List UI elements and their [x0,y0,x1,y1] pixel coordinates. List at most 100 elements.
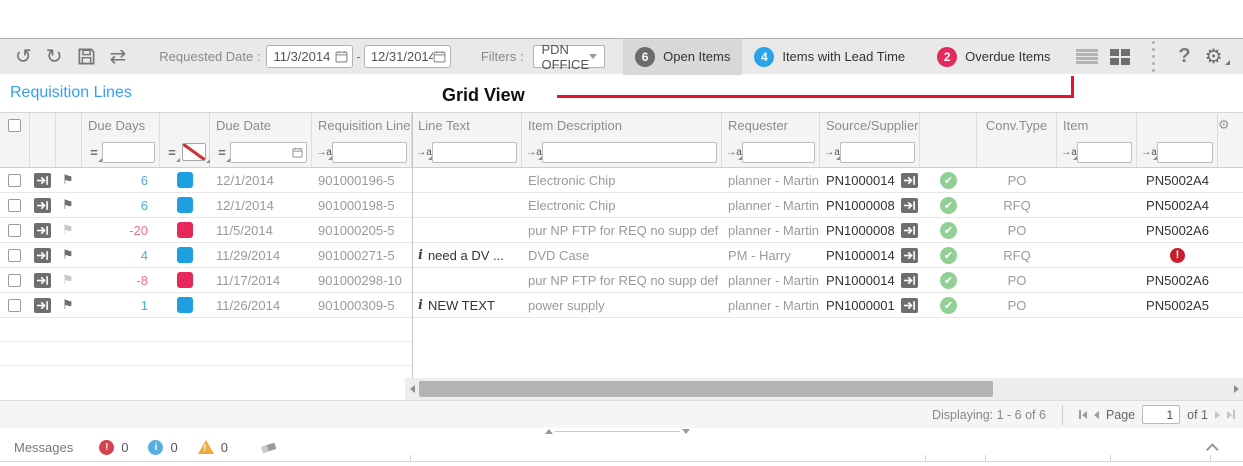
grid-view-button[interactable] [1070,48,1104,65]
open-line-detail-icon[interactable] [34,223,51,238]
flag-icon[interactable]: ⚑ [62,247,74,263]
horizontal-scrollbar[interactable] [405,378,1243,400]
item-number-filter-input[interactable] [1161,145,1209,159]
column-item-number[interactable]: →a [1137,113,1218,167]
filter-lead-time-items[interactable]: 4 Items with Lead Time [742,39,917,75]
item-alert-icon[interactable]: ! [1170,248,1185,263]
requester-header[interactable]: Requester [722,113,819,138]
open-supplier-icon[interactable] [901,173,918,188]
requisition-line-header[interactable]: Requisition Line [312,113,411,138]
card-view-button[interactable] [1104,49,1136,65]
clear-messages-eraser-icon[interactable] [260,440,278,454]
settings-button[interactable]: ⚙ [1198,42,1237,72]
column-requisition-line[interactable]: Requisition Line →a [312,113,412,167]
open-line-detail-icon[interactable] [34,198,51,213]
column-item-description[interactable]: Item Description →a [522,113,722,167]
grid-row[interactable]: ⚑612/1/2014901000196-5Electronic Chippla… [0,168,1243,193]
open-supplier-icon[interactable] [901,223,918,238]
undo-button[interactable]: ↺ [8,42,39,72]
grid-row[interactable]: ⚑411/29/2014901000271-5ineed a DV ...DVD… [0,243,1243,268]
due-days-filter-input[interactable] [106,145,151,159]
scrollbar-thumb[interactable] [419,381,993,397]
row-checkbox[interactable] [8,224,21,237]
item-number-filter-field[interactable] [1157,142,1213,163]
row-checkbox[interactable] [8,249,21,262]
collapse-messages-chevron-icon[interactable] [1206,443,1219,456]
page-next-button[interactable] [1215,411,1220,419]
column-due-date[interactable]: Due Date = [210,113,312,167]
due-days-header[interactable]: Due Days [82,113,159,138]
filter-overdue-items[interactable]: 2 Overdue Items [925,39,1062,75]
splitter-expand-icon[interactable] [545,429,553,434]
page-previous-button[interactable] [1094,411,1099,419]
row-checkbox[interactable] [8,299,21,312]
source-supplier-filter-input[interactable] [844,145,911,159]
open-supplier-icon[interactable] [901,273,918,288]
page-number-input[interactable] [1142,405,1180,424]
grid-row[interactable]: ⚑111/26/2014901000309-5iNEW TEXTpower su… [0,293,1243,318]
calendar-icon[interactable] [335,50,348,63]
splitter-collapse-icon[interactable] [682,429,690,434]
grid-row[interactable]: ⚑-2011/5/2014901000205-5pur NP FTP for R… [0,218,1243,243]
column-requester[interactable]: Requester →a [722,113,820,167]
due-date-filter-field[interactable] [230,142,307,163]
item-filter-input[interactable] [1081,145,1128,159]
item-filter-field[interactable] [1077,142,1132,163]
scroll-left-arrow[interactable] [405,385,419,393]
due-days-value[interactable]: 4 [141,248,160,263]
grid-row[interactable]: ⚑-811/17/2014901000298-10pur NP FTP for … [0,268,1243,293]
row-checkbox[interactable] [8,199,21,212]
redo-button[interactable]: ↻ [39,42,70,72]
open-supplier-icon[interactable] [901,248,918,263]
source-supplier-header[interactable]: Source/Supplier [820,113,919,138]
color-filter-button[interactable] [182,143,206,161]
column-source-supplier[interactable]: Source/Supplier →a [820,113,920,167]
due-days-filter-field[interactable] [102,142,155,163]
item-description-filter-input[interactable] [546,145,713,159]
item-header[interactable]: Item [1057,113,1136,138]
flag-icon[interactable]: ⚑ [62,197,74,213]
page-last-button[interactable] [1227,410,1235,419]
equals-operator-icon[interactable]: = [86,145,102,160]
column-item[interactable]: Item →a [1057,113,1137,167]
date-to-field[interactable] [364,45,451,68]
source-supplier-filter-field[interactable] [840,142,915,163]
starts-with-operator-icon[interactable]: →a [1061,147,1077,158]
item-description-header[interactable]: Item Description [522,113,721,138]
due-days-value[interactable]: -20 [129,223,160,238]
open-line-detail-icon[interactable] [34,298,51,313]
item-description-filter-field[interactable] [542,142,717,163]
starts-with-operator-icon[interactable]: →a [526,147,542,158]
due-days-value[interactable]: 6 [141,173,160,188]
calendar-icon[interactable] [433,50,446,63]
frozen-column-split-line[interactable] [412,112,413,378]
row-checkbox[interactable] [8,274,21,287]
calendar-icon[interactable] [292,146,303,159]
line-text-filter-field[interactable] [432,142,517,163]
requester-filter-field[interactable] [742,142,815,163]
starts-with-operator-icon[interactable]: →a [726,147,742,158]
transfer-button[interactable]: ⇄ [103,42,134,72]
equals-operator-icon[interactable]: = [214,145,230,160]
conv-type-header[interactable]: Conv.Type [977,113,1056,138]
panel-splitter[interactable] [545,429,690,433]
flag-icon[interactable]: ⚑ [62,222,74,238]
starts-with-operator-icon[interactable]: →a [316,147,332,158]
line-text-header[interactable]: Line Text [412,113,521,138]
due-days-value[interactable]: -8 [136,273,160,288]
flag-icon[interactable]: ⚑ [62,172,74,188]
flag-icon[interactable]: ⚑ [62,272,74,288]
filter-open-items[interactable]: 6 Open Items [623,39,742,75]
help-button[interactable]: ? [1171,42,1197,72]
open-line-detail-icon[interactable] [34,173,51,188]
starts-with-operator-icon[interactable]: →a [824,147,840,158]
due-date-filter-input[interactable] [234,145,292,159]
date-to-input[interactable] [371,49,433,64]
scroll-right-arrow[interactable] [1229,385,1243,393]
save-button[interactable] [70,42,103,72]
starts-with-operator-icon[interactable]: →a [1141,147,1157,158]
column-due-days[interactable]: Due Days = [82,113,160,167]
starts-with-operator-icon[interactable]: →a [416,147,432,158]
requisition-line-filter-field[interactable] [332,142,407,163]
flag-icon[interactable]: ⚑ [62,297,74,313]
